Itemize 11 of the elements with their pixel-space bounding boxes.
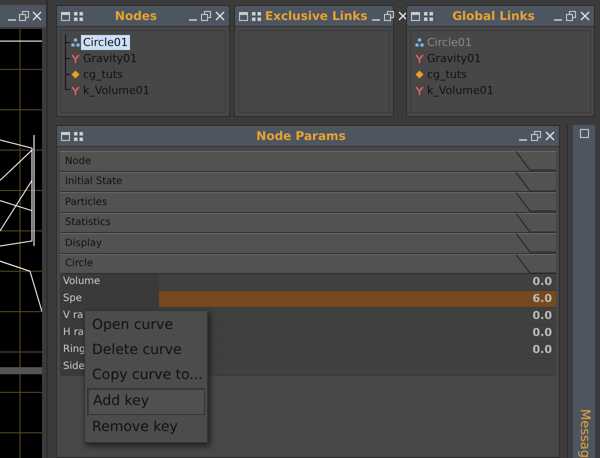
param-value: 0.0 (532, 274, 552, 290)
param-value: 6.0 (532, 291, 552, 307)
param-value: 0.0 (532, 342, 552, 358)
param-label: Volume (60, 274, 159, 290)
panel-title: Global Links (451, 9, 536, 23)
panel-title: Nodes (114, 9, 158, 23)
panel-title: Exclusive Links (265, 9, 368, 23)
panel-title: Node Params (255, 129, 347, 143)
param-label: Spe (60, 291, 159, 307)
param-value: 0.0 (532, 308, 552, 324)
param-value: 0.0 (532, 325, 552, 341)
